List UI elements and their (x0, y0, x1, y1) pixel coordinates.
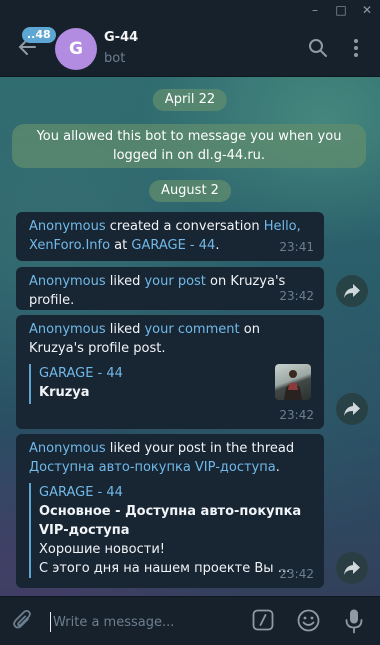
message-text: created a conversation (105, 219, 264, 234)
message-text: at (110, 238, 132, 253)
minimize-button[interactable]: – (302, 0, 328, 20)
chat-subtitle: bot (104, 51, 126, 66)
paperclip-icon[interactable] (12, 609, 34, 633)
share-arrow-icon (344, 561, 360, 575)
share-button[interactable] (336, 552, 368, 584)
emoji-icon[interactable] (297, 609, 320, 632)
maximize-button[interactable]: □ (328, 0, 354, 20)
preview-site-name: GARAGE - 44 (39, 366, 123, 381)
message-bubble[interactable]: Anonymous liked your post in the thread … (16, 434, 324, 588)
thread-link[interactable]: Доступна авто-покупка VIP-доступа (29, 460, 276, 475)
message-time: 23:42 (279, 567, 314, 581)
message-input[interactable] (50, 612, 243, 632)
share-arrow-icon (344, 284, 360, 298)
preview-title: Основное - Доступна авто-покупка VIP-дос… (39, 504, 302, 538)
link-preview[interactable]: GARAGE - 44 Kruzya (29, 364, 311, 404)
link-preview[interactable]: GARAGE - 44 Основное - Доступна авто-пок… (29, 483, 311, 578)
share-button[interactable] (336, 275, 368, 307)
window-titlebar: – □ ✕ (0, 0, 380, 20)
message-composer (0, 596, 380, 645)
preview-site-name: GARAGE - 44 (39, 485, 123, 500)
message-time: 23:41 (279, 240, 314, 254)
message-text: . (275, 460, 280, 475)
preview-thumbnail (275, 364, 311, 400)
preview-title: Kruzya (39, 385, 90, 400)
chat-title[interactable]: G-44 (104, 30, 138, 45)
message-time: 23:42 (279, 289, 314, 303)
preview-description: С этого дня на нашем проекте Вы ... (39, 561, 291, 576)
comment-link[interactable]: your comment (144, 322, 239, 337)
message-bubble[interactable]: Anonymous liked your post on Kruzya's pr… (16, 267, 324, 310)
message-bubble[interactable]: Anonymous created a conversation Hello, … (16, 212, 324, 261)
close-window-button[interactable]: ✕ (354, 0, 380, 20)
actor-link[interactable]: Anonymous (29, 219, 106, 234)
share-arrow-icon (344, 402, 360, 416)
date-separator: April 22 (152, 89, 228, 111)
message-text: liked your post in the thread (105, 441, 295, 456)
chat-history[interactable]: April 22 You allowed this bot to message… (0, 77, 380, 596)
post-link[interactable]: your post (144, 274, 205, 289)
actor-link[interactable]: Anonymous (29, 322, 106, 337)
date-separator: August 2 (149, 180, 231, 202)
bot-commands-icon[interactable] (252, 609, 274, 631)
message-text: liked (105, 322, 145, 337)
avatar[interactable]: G (55, 28, 97, 70)
preview-description: Хорошие новости! (39, 542, 165, 557)
actor-link[interactable]: Anonymous (29, 274, 106, 289)
more-vertical-icon[interactable] (345, 37, 367, 59)
forum-link[interactable]: GARAGE - 44 (131, 238, 215, 253)
message-time: 23:42 (279, 408, 314, 422)
share-button[interactable] (336, 393, 368, 425)
service-message: You allowed this bot to message you when… (12, 124, 366, 168)
microphone-icon[interactable] (344, 608, 364, 634)
unread-count-badge: ..48 (22, 27, 56, 43)
actor-link[interactable]: Anonymous (29, 441, 106, 456)
message-text: . (215, 238, 220, 253)
message-bubble[interactable]: Anonymous liked your comment on Kruzya's… (16, 315, 324, 429)
message-text: liked (105, 274, 145, 289)
search-icon[interactable] (307, 37, 329, 59)
chat-header: ..48 G G-44 bot (0, 20, 380, 77)
